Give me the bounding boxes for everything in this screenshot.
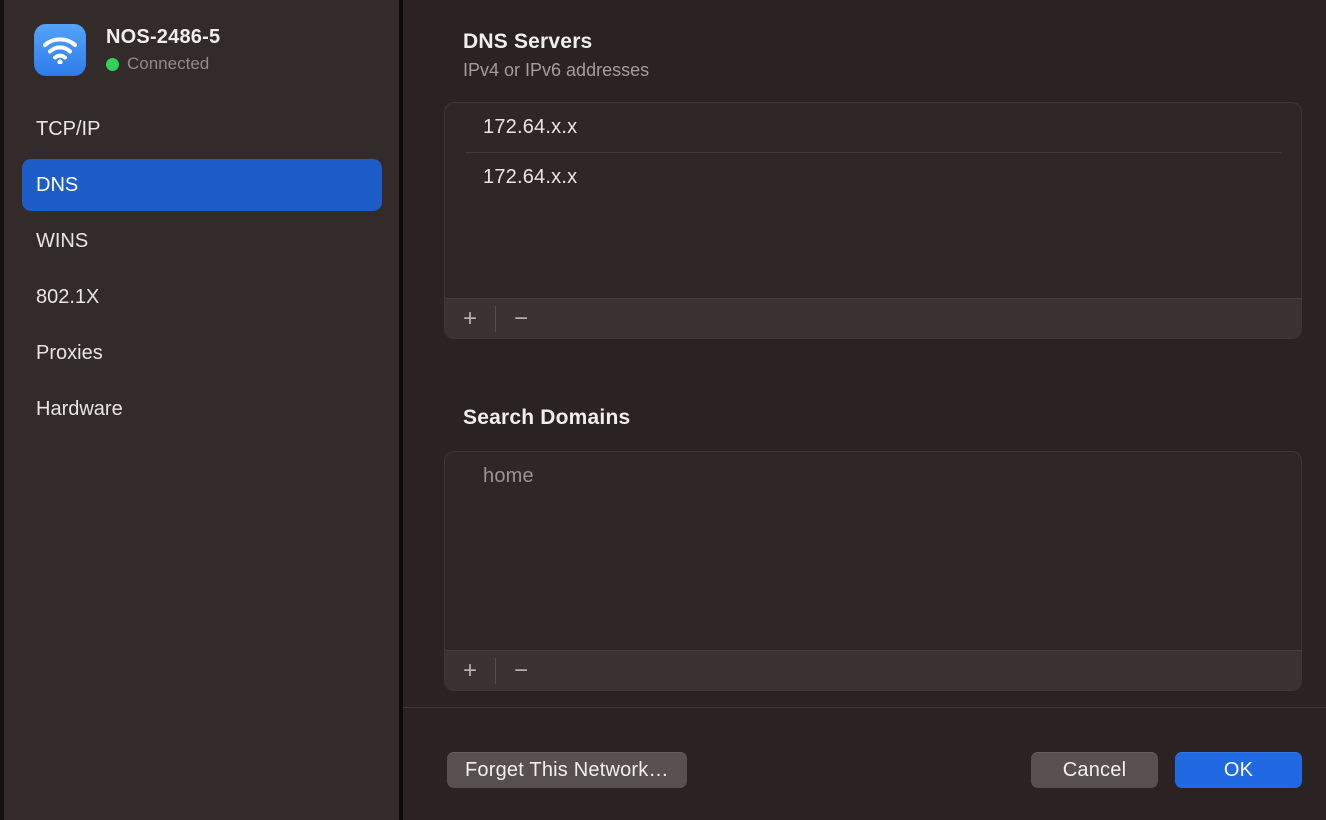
dns-servers-footer: + − xyxy=(445,298,1301,338)
sidebar-item-dns[interactable]: DNS xyxy=(22,159,382,211)
wifi-glyph xyxy=(43,36,77,64)
remove-dns-server-button[interactable]: − xyxy=(496,299,546,339)
ok-button[interactable]: OK xyxy=(1175,752,1302,788)
network-status: Connected xyxy=(106,54,220,74)
search-domains-title: Search Domains xyxy=(463,406,1302,430)
cancel-button[interactable]: Cancel xyxy=(1031,752,1158,788)
network-meta: NOS-2486-5 Connected xyxy=(106,26,220,74)
search-domain-row[interactable]: home xyxy=(445,452,1301,501)
action-bar: Forget This Network… Cancel OK xyxy=(444,752,1302,788)
sidebar-item-hardware[interactable]: Hardware xyxy=(22,383,382,435)
search-domains-listbox: home + − xyxy=(444,451,1302,691)
footer-divider xyxy=(403,707,1326,708)
sidebar-item-tcpip[interactable]: TCP/IP xyxy=(22,103,382,155)
sidebar: NOS-2486-5 Connected TCP/IP DNS WINS 802… xyxy=(4,0,399,820)
connected-status-label: Connected xyxy=(127,54,209,74)
sidebar-item-8021x[interactable]: 802.1X xyxy=(22,271,382,323)
remove-search-domain-button[interactable]: − xyxy=(496,651,546,691)
add-search-domain-button[interactable]: + xyxy=(445,651,495,691)
dns-servers-section: DNS Servers IPv4 or IPv6 addresses 172.6… xyxy=(444,0,1302,339)
search-domains-section: Search Domains home + − xyxy=(444,406,1302,691)
dns-server-row[interactable]: 172.64.x.x xyxy=(445,103,1301,152)
add-dns-server-button[interactable]: + xyxy=(445,299,495,339)
connected-status-dot xyxy=(106,58,119,71)
dns-settings-panel: DNS Servers IPv4 or IPv6 addresses 172.6… xyxy=(403,0,1326,820)
network-details-window: NOS-2486-5 Connected TCP/IP DNS WINS 802… xyxy=(0,0,1326,820)
dns-server-row[interactable]: 172.64.x.x xyxy=(445,153,1301,202)
dns-servers-rows: 172.64.x.x 172.64.x.x xyxy=(445,103,1301,298)
network-header: NOS-2486-5 Connected xyxy=(34,24,399,76)
dns-servers-subtitle: IPv4 or IPv6 addresses xyxy=(463,60,1302,81)
dns-servers-title: DNS Servers xyxy=(463,0,1302,54)
sidebar-item-wins[interactable]: WINS xyxy=(22,215,382,267)
network-name: NOS-2486-5 xyxy=(106,26,220,49)
sidebar-nav: TCP/IP DNS WINS 802.1X Proxies Hardware xyxy=(4,103,399,435)
search-domains-rows: home xyxy=(445,452,1301,650)
dns-servers-listbox: 172.64.x.x 172.64.x.x + − xyxy=(444,102,1302,339)
sidebar-item-proxies[interactable]: Proxies xyxy=(22,327,382,379)
forget-network-button[interactable]: Forget This Network… xyxy=(447,752,687,788)
search-domains-footer: + − xyxy=(445,650,1301,690)
wifi-icon xyxy=(34,24,86,76)
